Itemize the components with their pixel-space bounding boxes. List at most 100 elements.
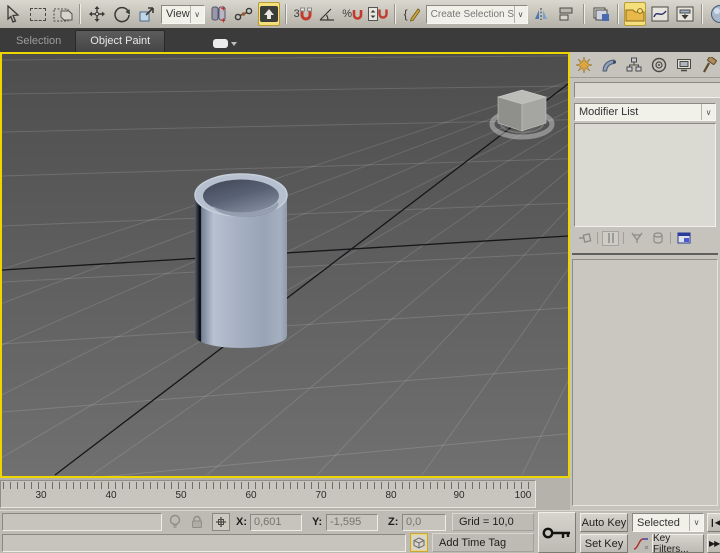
keyboard-shortcut-override-toggle[interactable] xyxy=(258,2,280,26)
edit-named-selection-sets-icon[interactable]: { xyxy=(401,2,423,26)
divider xyxy=(623,232,624,244)
reference-coordinate-system-dropdown[interactable]: View ∨ xyxy=(161,5,205,24)
select-and-manipulate-icon[interactable] xyxy=(233,2,255,26)
toolbar-separator xyxy=(79,4,81,24)
rollout-area xyxy=(572,259,718,506)
ribbon-tab-bar: Selection Object Paint xyxy=(0,28,720,52)
show-end-result-button[interactable] xyxy=(602,231,619,246)
tube-object xyxy=(195,174,287,348)
toolbar-separator xyxy=(701,4,703,24)
rectangular-selection-icon[interactable] xyxy=(27,2,49,26)
viewport-scene xyxy=(2,54,568,476)
frame-label: 40 xyxy=(105,490,116,501)
create-tab-icon[interactable] xyxy=(574,55,593,75)
tab-object-paint[interactable]: Object Paint xyxy=(75,30,165,52)
named-selection-set-dropdown[interactable]: Create Selection Se ∨ xyxy=(426,5,528,24)
modifier-list-dropdown[interactable]: Modifier List ∨ xyxy=(574,103,716,121)
curve-editor-icon[interactable] xyxy=(649,2,671,26)
minimize-ribbon-button[interactable] xyxy=(213,39,237,48)
select-and-move-icon[interactable] xyxy=(86,2,108,26)
chevron-down-icon: ∨ xyxy=(701,104,715,120)
perspective-viewport[interactable] xyxy=(0,52,570,478)
divider xyxy=(670,232,671,244)
selected-filter-dropdown[interactable]: Selected ∨ xyxy=(632,513,704,532)
prompt-line xyxy=(2,513,162,531)
make-unique-button[interactable] xyxy=(628,231,645,246)
go-to-start-button[interactable]: ❙◀◀ xyxy=(707,513,720,532)
timeline-ruler[interactable]: 30 40 50 60 70 80 90 100 xyxy=(0,480,536,508)
utilities-tab-icon[interactable] xyxy=(699,55,718,75)
grid-setting-display: Grid = 10,0 xyxy=(452,513,534,531)
panel-separator xyxy=(572,253,718,255)
toolbar-separator xyxy=(394,4,396,24)
z-coord-label: Z: xyxy=(388,516,398,528)
selection-set-value: Create Selection Se xyxy=(431,9,514,20)
add-time-tag[interactable]: Add Time Tag xyxy=(432,533,534,552)
display-tab-icon[interactable] xyxy=(674,55,693,75)
svg-text:+: + xyxy=(221,4,226,13)
remove-modifier-button[interactable] xyxy=(649,231,666,246)
window-crossing-icon[interactable] xyxy=(52,2,74,26)
frame-label: 100 xyxy=(515,490,532,501)
material-editor-icon[interactable] xyxy=(708,2,720,26)
use-pivot-point-center-icon[interactable]: + + xyxy=(208,2,230,26)
select-and-scale-icon[interactable] xyxy=(136,2,158,26)
configure-modifier-sets-button[interactable] xyxy=(675,231,692,246)
set-keys-button[interactable] xyxy=(538,512,576,553)
angle-snap-icon[interactable] xyxy=(317,2,339,26)
pin-stack-button[interactable] xyxy=(576,231,593,246)
time-slider-track[interactable]: 30 40 50 60 70 80 90 100 xyxy=(0,478,570,510)
mirror-icon[interactable] xyxy=(531,2,553,26)
tab-selection[interactable]: Selection xyxy=(2,31,75,52)
z-coord-field[interactable]: 0,0 xyxy=(402,514,446,531)
transform-type-in-icon[interactable] xyxy=(212,513,230,531)
schematic-view-icon[interactable] xyxy=(674,2,696,26)
graphite-modeling-tools-toggle[interactable] xyxy=(624,2,646,26)
motion-tab-icon[interactable] xyxy=(649,55,668,75)
frame-label: 70 xyxy=(315,490,326,501)
modifier-stack-list[interactable] xyxy=(574,123,716,227)
set-key-button[interactable]: Set Key xyxy=(580,534,628,553)
viewcube xyxy=(492,90,552,137)
toolbar-separator xyxy=(285,4,287,24)
modifier-list-label: Modifier List xyxy=(579,106,638,118)
layer-manager-icon[interactable] xyxy=(590,2,612,26)
chevron-down-icon xyxy=(231,42,237,46)
ribbon-pill-icon xyxy=(213,39,228,48)
modifier-stack-toolbar xyxy=(570,227,720,247)
command-panel: Modifier List ∨ xyxy=(570,52,720,510)
select-object-icon[interactable] xyxy=(2,2,24,26)
chevron-down-icon: ∨ xyxy=(190,6,204,23)
status-line xyxy=(2,534,406,552)
frame-label: 90 xyxy=(453,490,464,501)
adaptive-degradation-icon[interactable] xyxy=(168,514,182,535)
y-coord-field[interactable]: -1,595 xyxy=(326,514,378,531)
svg-text:+: + xyxy=(221,16,226,24)
chevron-down-icon: ∨ xyxy=(689,514,703,531)
x-coord-label: X: xyxy=(236,516,247,528)
select-and-rotate-icon[interactable] xyxy=(111,2,133,26)
selection-lock-icon[interactable] xyxy=(190,515,204,534)
auto-key-button[interactable]: Auto Key xyxy=(580,513,628,532)
toolbar-separator xyxy=(583,4,585,24)
status-bar: X: 0,601 Y: -1,595 Z: 0,0 Grid = 10,0 Ad… xyxy=(0,510,720,553)
percent-label: % xyxy=(342,8,352,20)
toolbar-separator xyxy=(617,4,619,24)
timeline-ticks xyxy=(3,482,533,489)
snaps-toggle-3d-icon[interactable]: 3 xyxy=(292,2,314,26)
spinner-snap-icon[interactable] xyxy=(367,2,389,26)
go-to-end-button[interactable]: ▶▶❙ xyxy=(707,534,720,553)
y-coord-label: Y: xyxy=(312,516,322,528)
default-in-out-tangents-icon[interactable] xyxy=(632,534,650,553)
object-name-field[interactable] xyxy=(574,82,720,98)
frame-label: 80 xyxy=(385,490,396,501)
percent-snap-icon[interactable]: % xyxy=(342,2,364,26)
align-icon[interactable] xyxy=(556,2,578,26)
frame-label: 50 xyxy=(175,490,186,501)
x-coord-field[interactable]: 0,601 xyxy=(250,514,302,531)
command-panel-tabs xyxy=(570,52,720,78)
key-filters-button[interactable]: Key Filters... xyxy=(652,534,704,553)
modify-tab-icon[interactable] xyxy=(599,55,618,75)
isolate-selection-toggle[interactable] xyxy=(410,533,428,552)
hierarchy-tab-icon[interactable] xyxy=(624,55,643,75)
